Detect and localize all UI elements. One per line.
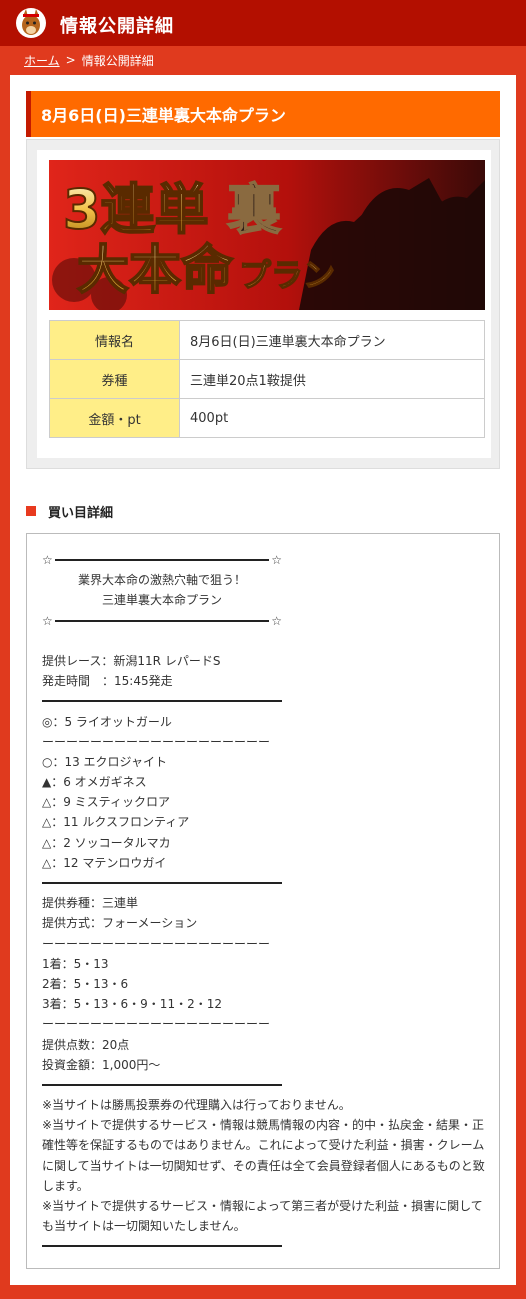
banner-line1: 3連単 <box>63 178 209 241</box>
pick-item: ○：13 エクロジャイト <box>42 754 167 769</box>
dash-divider: ーーーーーーーーーーーーーーーーーーー <box>42 1017 271 1032</box>
detail-box: ☆ ☆ 業界大本命の激熱穴軸で狙う！ 三連単裏大本命プラン ☆ ☆ 提供レース：… <box>26 533 500 1269</box>
star-icon: ☆ <box>42 553 53 567</box>
divider-line <box>54 619 270 622</box>
breadcrumb-home-link[interactable]: ホーム <box>24 52 60 69</box>
pick-item: △：2 ソッコータルマカ <box>42 835 171 850</box>
table-value: 三連単20点1鞍提供 <box>179 359 485 399</box>
disclaimer-note: ※当サイトで提供するサービス・情報によって第三者が受けた利益・損害に関しても当サ… <box>42 1199 483 1234</box>
dash-divider: ーーーーーーーーーーーーーーーーーーー <box>42 936 271 951</box>
main-card: 8月6日(日)三連単裏大本命プラン 3連単 裏 大本命 プラン 情報名 8月6日… <box>10 75 516 1285</box>
table-row: 金額・pt 400pt <box>49 398 485 438</box>
disclaimer-note: ※当サイトは勝馬投票券の代理購入は行っておりません。 <box>42 1098 351 1113</box>
table-row: 券種 三連単20点1鞍提供 <box>49 359 485 399</box>
headline: 業界大本命の激熱穴軸で狙う！ <box>77 573 246 588</box>
breadcrumb-separator: > <box>65 53 76 67</box>
plan-info-table: 情報名 8月6日(日)三連単裏大本命プラン 券種 三連単20点1鞍提供 金額・p… <box>49 320 485 438</box>
formation-second: 2着：5・13・6 <box>42 976 129 991</box>
solid-divider <box>42 1236 492 1256</box>
table-key: 券種 <box>49 359 180 399</box>
pick-item: △：9 ミスティックロア <box>42 795 170 810</box>
top-header: 情報公開詳細 <box>0 0 526 46</box>
investment-amount: 投資金額：1,000円～ <box>42 1057 161 1072</box>
mascot-logo-icon[interactable] <box>14 6 48 40</box>
star-icon: ☆ <box>271 553 282 567</box>
solid-divider <box>42 873 492 893</box>
headline: 三連単裏大本命プラン <box>101 593 222 608</box>
star-icon: ☆ <box>42 613 53 628</box>
star-divider: ☆ ☆ <box>42 611 282 631</box>
pick-item: ▲：6 オメガギネス <box>42 775 147 790</box>
pick-item: △：12 マテンロウガイ <box>42 855 167 870</box>
plan-banner-image: 3連単 裏 大本命 プラン <box>49 160 485 310</box>
star-divider: ☆ ☆ <box>42 550 282 570</box>
plan-info-inner: 3連単 裏 大本命 プラン 情報名 8月6日(日)三連単裏大本命プラン 券種 三… <box>37 150 491 458</box>
table-value: 400pt <box>179 398 485 438</box>
start-time: 発走時間 ：15:45発走 <box>42 674 173 689</box>
detail-content: ☆ ☆ 業界大本命の激熱穴軸で狙う！ 三連単裏大本命プラン ☆ ☆ 提供レース：… <box>42 550 492 1257</box>
banner-line2: 大本命 <box>77 241 233 301</box>
points-count: 提供点数：20点 <box>42 1037 130 1052</box>
pick-item: △：11 ルクスフロンティア <box>42 815 190 830</box>
plan-title: 8月6日(日)三連単裏大本命プラン <box>26 91 500 137</box>
table-key: 情報名 <box>49 320 180 360</box>
disclaimer-note: ※当サイトで提供するサービス・情報は競馬情報の内容・的中・払戻金・結果・正確性等… <box>42 1118 485 1193</box>
breadcrumb-current: 情報公開詳細 <box>81 53 154 68</box>
dash-divider: ーーーーーーーーーーーーーーーーーーー <box>42 734 271 749</box>
table-row: 情報名 8月6日(日)三連単裏大本命プラン <box>49 320 485 360</box>
star-icon: ☆ <box>271 613 282 628</box>
banner-line2-small: プラン <box>239 256 335 294</box>
race-info: 提供レース：新潟11R レパードS <box>42 653 221 668</box>
solid-divider <box>42 1075 492 1095</box>
banner-line1-accent: 裏 <box>227 178 281 241</box>
section-title: 買い目詳細 <box>48 505 114 521</box>
breadcrumb: ホーム > 情報公開詳細 <box>24 51 154 69</box>
page-title: 情報公開詳細 <box>60 16 174 37</box>
formation-first: 1着：5・13 <box>42 956 109 971</box>
plan-info-box: 3連単 裏 大本命 プラン 情報名 8月6日(日)三連単裏大本命プラン 券種 三… <box>26 139 500 469</box>
pick-item: ◎：5 ライオットガール <box>42 714 172 729</box>
section-header: 買い目詳細 <box>26 501 113 521</box>
divider-line <box>54 559 270 562</box>
square-bullet-icon <box>26 506 36 516</box>
ticket-method: 提供方式：フォーメーション <box>42 916 198 931</box>
table-value: 8月6日(日)三連単裏大本命プラン <box>179 320 485 360</box>
solid-divider <box>42 691 492 711</box>
formation-third: 3着：5・13・6・9・11・2・12 <box>42 997 222 1012</box>
table-key: 金額・pt <box>49 398 180 438</box>
ticket-type: 提供券種：三連単 <box>42 896 139 911</box>
